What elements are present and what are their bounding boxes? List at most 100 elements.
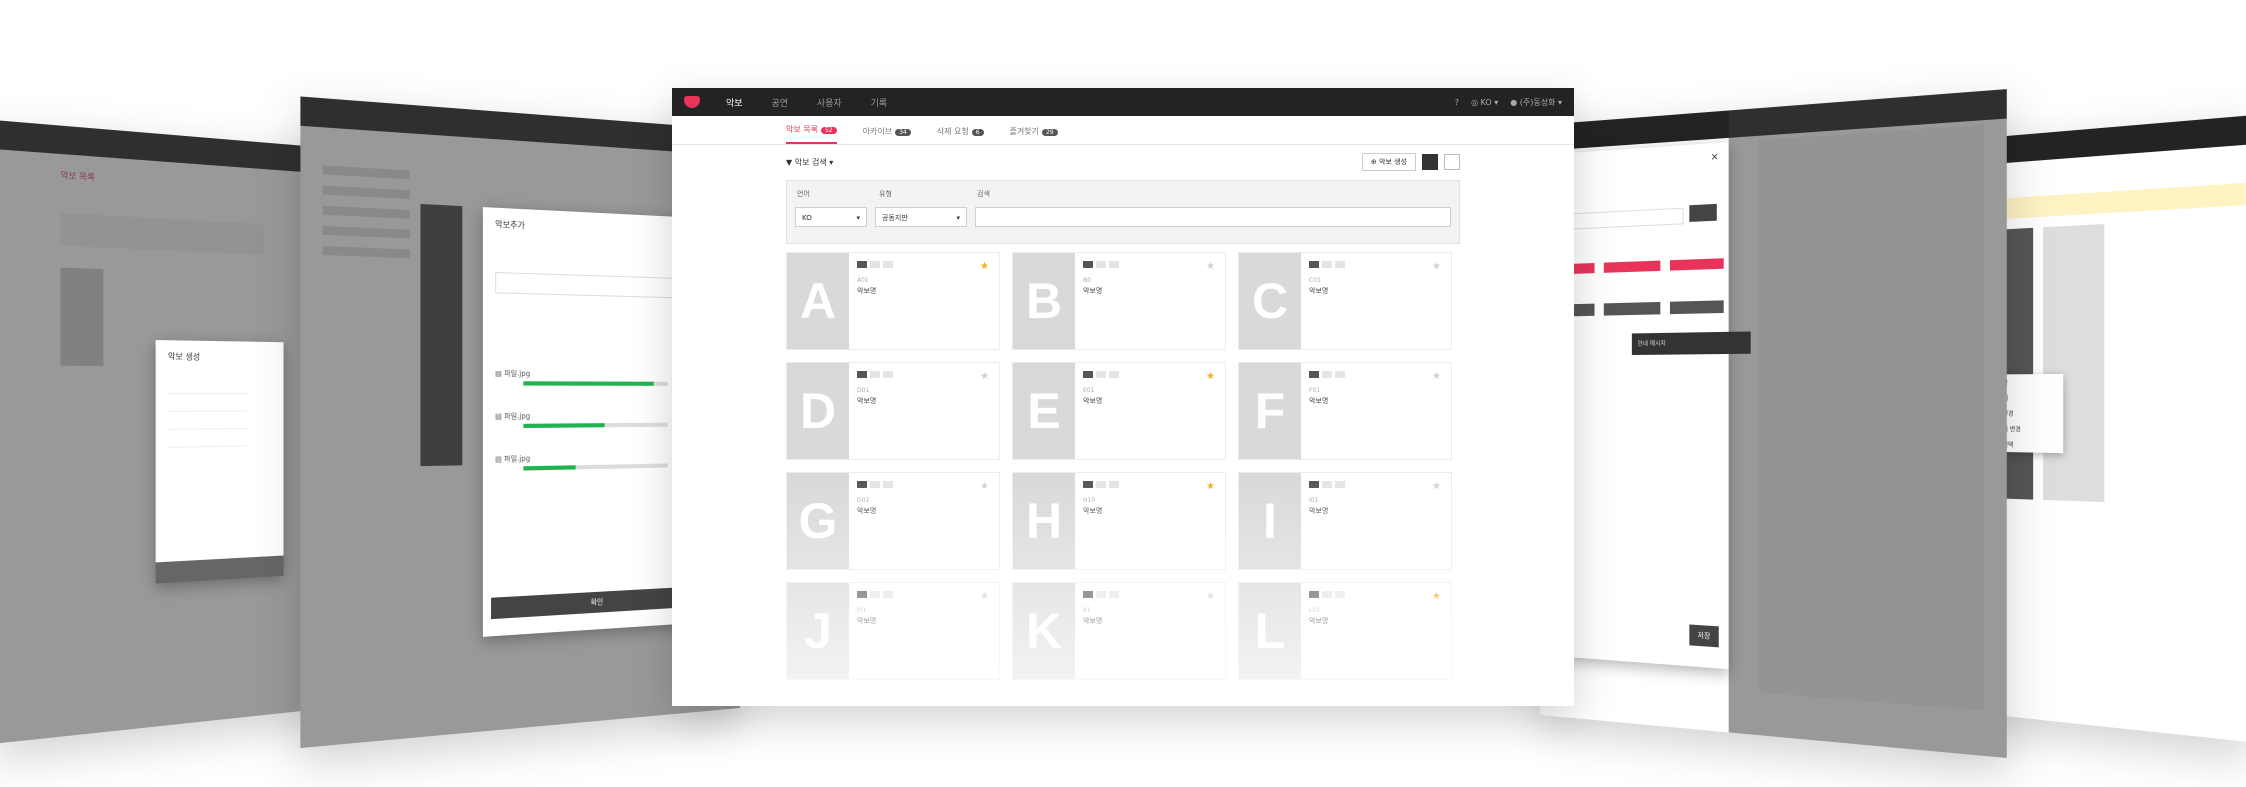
sidebar-menu[interactable] bbox=[322, 154, 410, 445]
create-score-label: 악보 생성 bbox=[1379, 158, 1407, 166]
user-name: (주)동성화 bbox=[1519, 97, 1556, 107]
tab-archive[interactable]: 아카이브 34 bbox=[863, 126, 911, 144]
score-card[interactable]: I I01 악보명 ★ bbox=[1238, 472, 1452, 570]
tab-count: 34 bbox=[895, 129, 911, 136]
help-icon[interactable]: ? bbox=[1455, 98, 1459, 107]
tab-label: 아카이브 bbox=[862, 127, 893, 136]
favorite-star-icon[interactable]: ★ bbox=[1432, 481, 1441, 492]
nav-performances[interactable]: 공연 bbox=[771, 99, 788, 109]
filter-panel: 언어 유형 검색 KO ▾ 공동지판 ▾ bbox=[786, 180, 1460, 244]
score-card[interactable]: L L01 악보명 ★ bbox=[1238, 582, 1452, 680]
tag-chips bbox=[1083, 371, 1119, 378]
modal-title: 악보추가 bbox=[495, 219, 525, 231]
tab-delete-requests[interactable]: 삭제 요청 6 bbox=[937, 126, 984, 144]
file-name: 파일.jpg bbox=[504, 454, 531, 464]
score-name: 악보명 bbox=[1083, 507, 1103, 515]
nav-records[interactable]: 기록 bbox=[871, 99, 888, 109]
favorite-star-icon[interactable]: ★ bbox=[1206, 481, 1215, 492]
score-id: G02 bbox=[857, 497, 870, 504]
score-name: 악보명 bbox=[1309, 617, 1329, 625]
search-input[interactable] bbox=[975, 207, 1451, 227]
confirm-button[interactable] bbox=[155, 555, 284, 584]
filter-toggle[interactable]: ▼ 악보 검색 ▾ bbox=[786, 157, 833, 168]
score-card[interactable]: G G02 악보명 ★ bbox=[786, 472, 1000, 570]
score-id: J01 bbox=[857, 607, 867, 614]
score-name: 악보명 bbox=[857, 507, 877, 515]
tab-score-list[interactable]: 악보 목록 52 bbox=[786, 124, 837, 144]
save-button[interactable]: 저장 bbox=[1689, 624, 1719, 648]
score-id: H10 bbox=[1083, 497, 1096, 504]
score-id: B0 bbox=[1083, 277, 1091, 284]
user-menu[interactable]: ● (주)동성화 ▾ bbox=[1510, 97, 1562, 108]
tab-count: 6 bbox=[971, 129, 984, 136]
tab-count: 29 bbox=[1041, 129, 1058, 136]
favorite-star-icon[interactable]: ★ bbox=[1432, 261, 1441, 272]
radio-list[interactable] bbox=[167, 382, 248, 509]
favorite-star-icon[interactable]: ★ bbox=[1206, 261, 1215, 272]
tag-chips bbox=[857, 591, 893, 598]
chevron-down-icon: ▾ bbox=[856, 214, 860, 222]
score-card[interactable]: J J01 악보명 ★ bbox=[786, 582, 1000, 680]
tag-chips bbox=[1083, 261, 1119, 268]
create-score-button[interactable]: ⊕ 악보 생성 bbox=[1361, 153, 1416, 171]
score-name: 악보명 bbox=[1083, 287, 1103, 295]
score-name: 악보명 bbox=[857, 397, 877, 405]
language-selector[interactable]: ◎ KO ▾ bbox=[1471, 98, 1498, 107]
grid-view-icon[interactable] bbox=[1422, 154, 1438, 170]
tag-chips bbox=[857, 371, 893, 378]
score-thumbnail: K bbox=[1013, 583, 1075, 679]
favorite-star-icon[interactable]: ★ bbox=[1206, 591, 1215, 602]
favorite-star-icon[interactable]: ★ bbox=[980, 591, 989, 602]
window-topbar bbox=[0, 120, 331, 174]
favorite-star-icon[interactable]: ★ bbox=[1432, 591, 1441, 602]
main-nav: 악보 공연 사용자 기록 bbox=[700, 96, 887, 109]
tag-chips bbox=[1309, 371, 1345, 378]
score-card[interactable]: F F01 악보명 ★ bbox=[1238, 362, 1452, 460]
header-tools: ? ◎ KO ▾ ● (주)동성화 ▾ bbox=[1455, 97, 1562, 108]
favorite-star-icon[interactable]: ★ bbox=[1206, 371, 1215, 382]
tag-chips bbox=[1309, 591, 1345, 598]
score-card[interactable]: B B0 악보명 ★ bbox=[1012, 252, 1226, 350]
filter-label: 악보 검색 bbox=[794, 157, 827, 167]
file-progress bbox=[523, 463, 668, 471]
score-card[interactable]: K K1 악보명 ★ bbox=[1012, 582, 1226, 680]
score-name: 악보명 bbox=[857, 617, 877, 625]
file-row: ▤ 파일.jpg bbox=[495, 412, 531, 421]
nav-users[interactable]: 사용자 bbox=[817, 99, 842, 109]
language-select[interactable]: KO ▾ bbox=[795, 207, 867, 227]
favorite-star-icon[interactable]: ★ bbox=[980, 261, 989, 272]
type-select[interactable]: 공동지판 ▾ bbox=[875, 207, 967, 227]
score-name: 악보명 bbox=[1309, 507, 1329, 515]
tag-chips bbox=[1309, 481, 1345, 488]
selected-note[interactable] bbox=[1603, 260, 1661, 273]
score-id: C01 bbox=[1309, 277, 1321, 284]
score-thumbnail: H bbox=[1013, 473, 1075, 569]
note-row[interactable] bbox=[1603, 301, 1661, 316]
score-card[interactable]: C C01 악보명 ★ bbox=[1238, 252, 1452, 350]
select-field[interactable] bbox=[495, 271, 690, 299]
score-thumbnail: I bbox=[1239, 473, 1301, 569]
tab-favorites[interactable]: 즐겨찾기 29 bbox=[1010, 126, 1058, 144]
score-card[interactable]: H H10 악보명 ★ bbox=[1012, 472, 1226, 570]
score-card[interactable]: A A01 악보명 ★ bbox=[786, 252, 1000, 350]
selected-note[interactable] bbox=[1669, 258, 1724, 271]
confirm-button[interactable]: 확인 bbox=[491, 586, 697, 620]
window-score-create: 악보 목록 악보 생성 bbox=[0, 120, 331, 744]
showcase-scene: 악보 목록 악보 생성 악보추가 ▤ 파일.jpg ▤ 파일.jpg ▤ 파일.… bbox=[0, 0, 2246, 787]
note-column bbox=[2043, 223, 2105, 503]
close-icon[interactable]: × bbox=[1710, 151, 1718, 163]
nav-scores[interactable]: 악보 bbox=[726, 99, 743, 109]
list-view-icon[interactable] bbox=[1444, 154, 1460, 170]
favorite-star-icon[interactable]: ★ bbox=[1432, 371, 1441, 382]
note-row[interactable] bbox=[1669, 300, 1724, 315]
favorite-star-icon[interactable]: ★ bbox=[980, 371, 989, 382]
favorite-star-icon[interactable]: ★ bbox=[980, 481, 989, 492]
score-name: 악보명 bbox=[1083, 397, 1103, 405]
score-card[interactable]: D D01 악보명 ★ bbox=[786, 362, 1000, 460]
chevron-down-icon: ▾ bbox=[956, 214, 960, 222]
search-button[interactable] bbox=[1689, 203, 1717, 222]
language-label: 언어 bbox=[797, 190, 810, 198]
filter-panel bbox=[60, 212, 265, 255]
score-card[interactable]: E E01 악보명 ★ bbox=[1012, 362, 1226, 460]
tab-score-list[interactable]: 악보 목록 bbox=[61, 169, 95, 183]
